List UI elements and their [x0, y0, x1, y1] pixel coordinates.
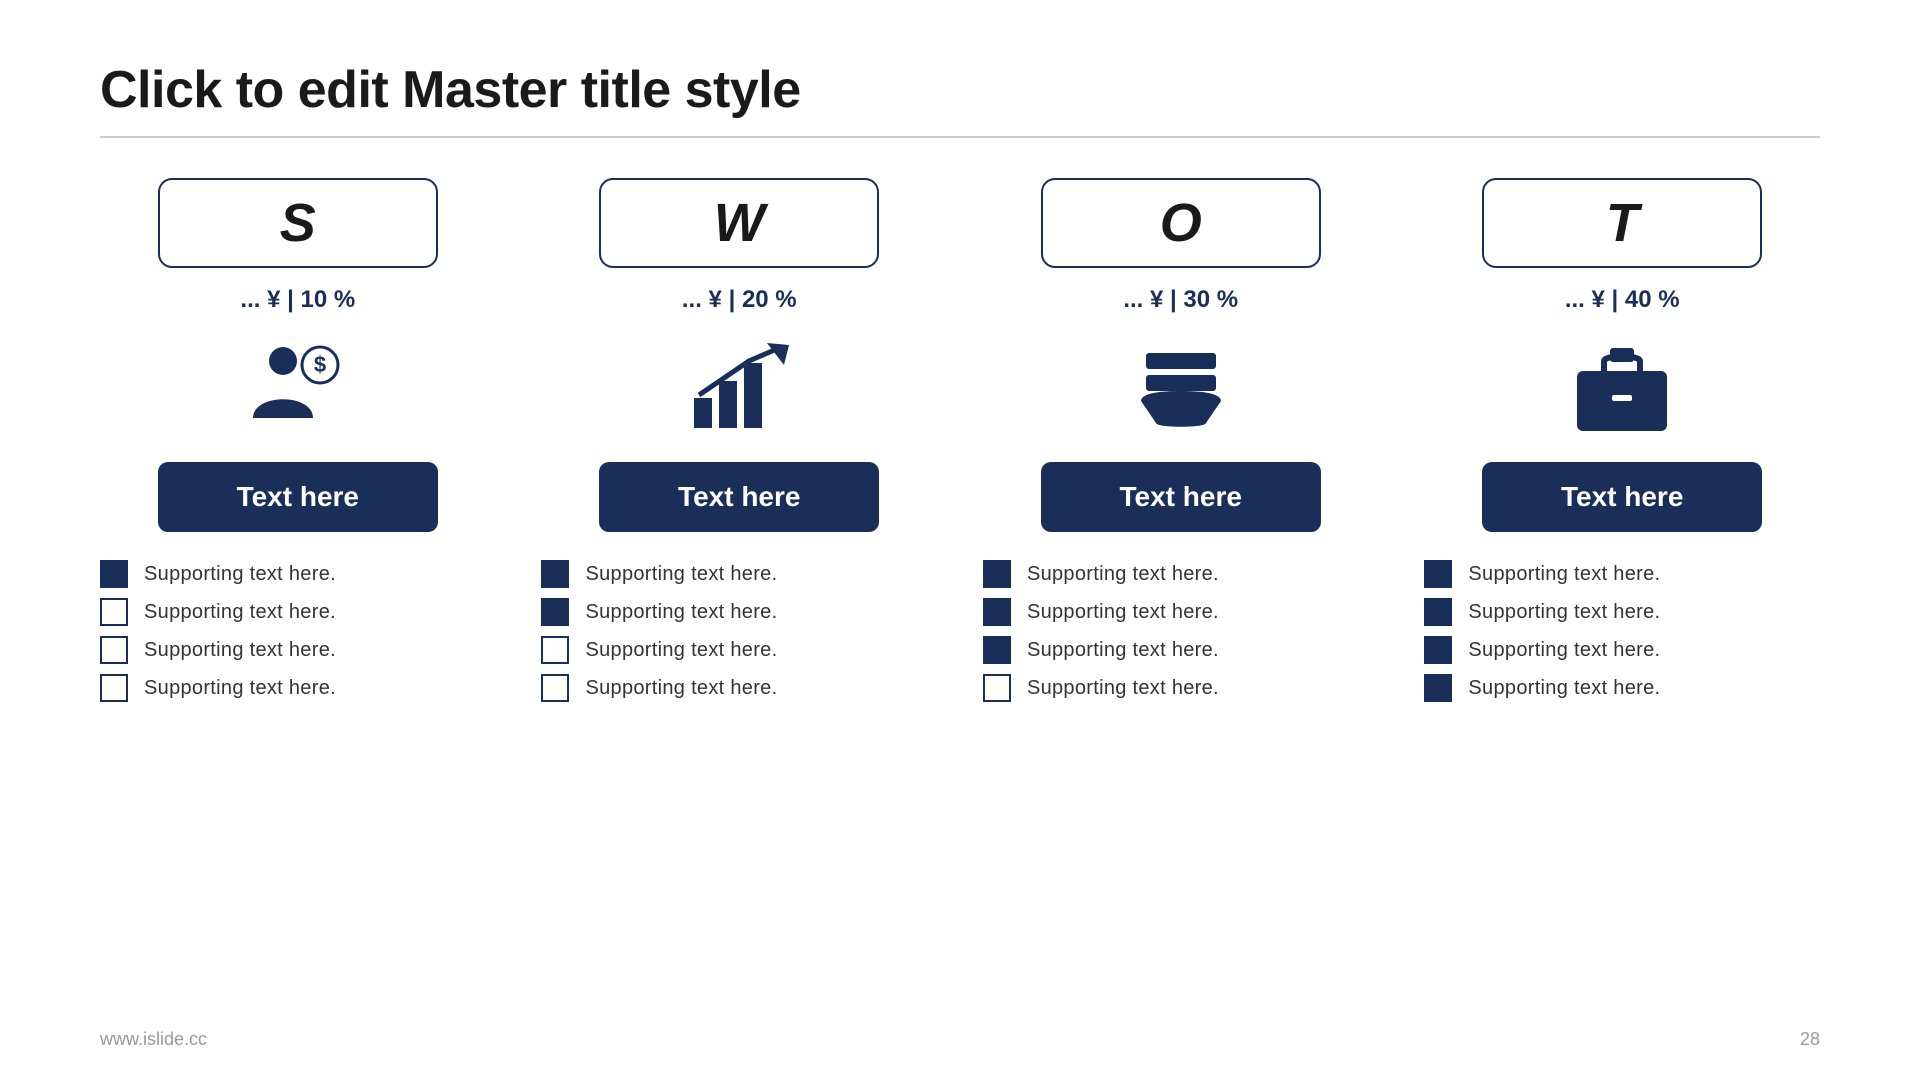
- checklist-w: Supporting text here. Supporting text he…: [541, 560, 937, 702]
- slide-title[interactable]: Click to edit Master title style: [100, 60, 1820, 120]
- check-label: Supporting text here.: [1468, 563, 1660, 586]
- check-item: Supporting text here.: [983, 598, 1379, 626]
- check-item: Supporting text here.: [1424, 674, 1820, 702]
- column-o: O ... ¥ | 30 % Text here Supporting text…: [983, 178, 1379, 702]
- check-label: Supporting text here.: [585, 677, 777, 700]
- check-label: Supporting text here.: [1468, 677, 1660, 700]
- check-item: Supporting text here.: [1424, 636, 1820, 664]
- chart-upward-icon: [689, 343, 789, 433]
- check-item: Supporting text here.: [541, 598, 937, 626]
- stats-w: ... ¥ | 20 %: [682, 286, 797, 314]
- check-item: Supporting text here.: [100, 560, 496, 588]
- checkbox-filled: [983, 636, 1011, 664]
- letter-s: S: [280, 192, 316, 254]
- title-divider: [100, 136, 1820, 138]
- letter-t: T: [1606, 192, 1639, 254]
- icon-area-w: [679, 338, 799, 438]
- letter-box-s: S: [158, 178, 438, 268]
- check-item: Supporting text here.: [541, 636, 937, 664]
- text-here-btn-o[interactable]: Text here: [1041, 462, 1321, 532]
- text-here-btn-s[interactable]: Text here: [158, 462, 438, 532]
- stats-t: ... ¥ | 40 %: [1565, 286, 1680, 314]
- checkbox-empty: [983, 674, 1011, 702]
- letter-w: W: [714, 192, 765, 254]
- column-w: W ... ¥ | 20 % Text here Support: [541, 178, 937, 702]
- check-item: Supporting text here.: [1424, 560, 1820, 588]
- check-item: Supporting text here.: [100, 674, 496, 702]
- check-item: Supporting text here.: [983, 560, 1379, 588]
- check-label: Supporting text here.: [144, 677, 336, 700]
- checklist-o: Supporting text here. Supporting text he…: [983, 560, 1379, 702]
- icon-area-o: [1121, 338, 1241, 438]
- checkbox-filled: [100, 560, 128, 588]
- check-label: Supporting text here.: [1027, 563, 1219, 586]
- check-item: Supporting text here.: [983, 674, 1379, 702]
- check-label: Supporting text here.: [1468, 601, 1660, 624]
- text-here-label-o: Text here: [1120, 481, 1242, 513]
- text-here-label-w: Text here: [678, 481, 800, 513]
- footer-url: www.islide.cc: [100, 1029, 207, 1050]
- check-label: Supporting text here.: [585, 601, 777, 624]
- slide: Click to edit Master title style S ... ¥…: [0, 0, 1920, 1080]
- footer: www.islide.cc 28: [100, 1029, 1820, 1050]
- text-here-label-t: Text here: [1561, 481, 1683, 513]
- checkbox-filled: [1424, 674, 1452, 702]
- svg-text:$: $: [314, 352, 326, 377]
- checkbox-filled: [541, 598, 569, 626]
- checkbox-empty: [541, 674, 569, 702]
- columns-wrapper: S ... ¥ | 10 % $ Text here Supporting te…: [100, 178, 1820, 702]
- text-here-btn-t[interactable]: Text here: [1482, 462, 1762, 532]
- icon-area-t: [1562, 338, 1682, 438]
- checkbox-empty: [100, 598, 128, 626]
- check-item: Supporting text here.: [983, 636, 1379, 664]
- checklist-s: Supporting text here. Supporting text he…: [100, 560, 496, 702]
- column-t: T ... ¥ | 40 % Text here Supporting text…: [1424, 178, 1820, 702]
- check-label: Supporting text here.: [144, 601, 336, 624]
- check-label: Supporting text here.: [1468, 639, 1660, 662]
- check-label: Supporting text here.: [1027, 677, 1219, 700]
- check-label: Supporting text here.: [585, 639, 777, 662]
- checkbox-filled: [1424, 636, 1452, 664]
- checkbox-filled: [983, 560, 1011, 588]
- checkbox-empty: [100, 674, 128, 702]
- check-item: Supporting text here.: [100, 598, 496, 626]
- icon-area-s: $: [238, 338, 358, 438]
- checkbox-filled: [983, 598, 1011, 626]
- check-label: Supporting text here.: [144, 563, 336, 586]
- letter-box-t: T: [1482, 178, 1762, 268]
- text-here-btn-w[interactable]: Text here: [599, 462, 879, 532]
- letter-box-o: O: [1041, 178, 1321, 268]
- check-label: Supporting text here.: [1027, 601, 1219, 624]
- check-item: Supporting text here.: [541, 674, 937, 702]
- checkbox-empty: [100, 636, 128, 664]
- text-here-label-s: Text here: [237, 481, 359, 513]
- column-s: S ... ¥ | 10 % $ Text here Supporting te…: [100, 178, 496, 702]
- check-label: Supporting text here.: [144, 639, 336, 662]
- checkbox-filled: [541, 560, 569, 588]
- checklist-t: Supporting text here. Supporting text he…: [1424, 560, 1820, 702]
- hand-coins-icon: [1131, 343, 1231, 433]
- stats-o: ... ¥ | 30 %: [1123, 286, 1238, 314]
- check-item: Supporting text here.: [100, 636, 496, 664]
- checkbox-filled: [1424, 560, 1452, 588]
- letter-box-w: W: [599, 178, 879, 268]
- letter-o: O: [1160, 192, 1202, 254]
- footer-page: 28: [1800, 1029, 1820, 1050]
- check-item: Supporting text here.: [541, 560, 937, 588]
- stats-s: ... ¥ | 10 %: [240, 286, 355, 314]
- briefcase-icon: [1572, 343, 1672, 433]
- check-label: Supporting text here.: [585, 563, 777, 586]
- check-label: Supporting text here.: [1027, 639, 1219, 662]
- person-dollar-icon: $: [248, 343, 348, 433]
- checkbox-filled: [1424, 598, 1452, 626]
- check-item: Supporting text here.: [1424, 598, 1820, 626]
- checkbox-empty: [541, 636, 569, 664]
